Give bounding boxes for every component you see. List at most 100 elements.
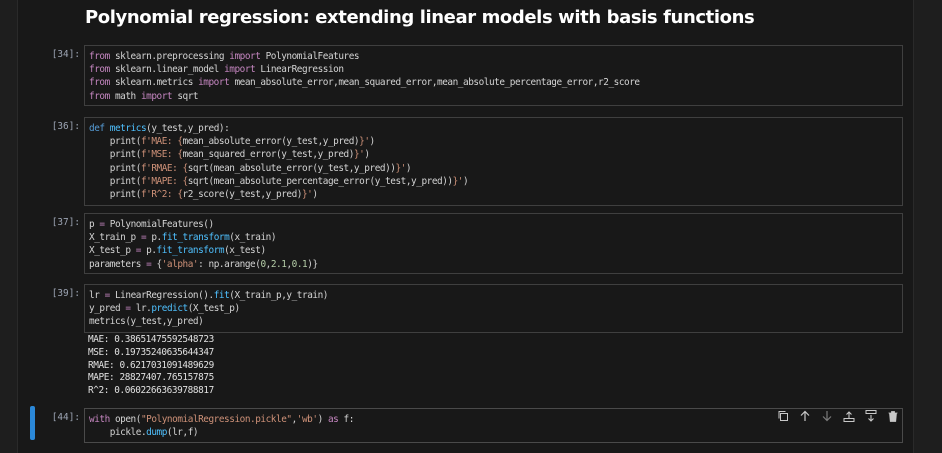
- cell-output: MAE: 0.38651475592548723 MSE: 0.197352406…: [88, 334, 214, 398]
- code-token: sqrt: [172, 90, 199, 102]
- code-token: p.: [140, 245, 157, 257]
- code-line: print(f'MSE: {mean_squared_error(y_test,…: [89, 148, 902, 161]
- code-cell[interactable]: [39]: lr = LinearRegression().fit(X_trai…: [30, 281, 903, 401]
- code-token: {: [151, 258, 163, 270]
- code-token: ): [369, 136, 376, 148]
- code-token: ): [405, 162, 412, 174]
- code-token: X_test_p: [89, 245, 136, 257]
- code-token: import: [224, 64, 256, 76]
- code-token: f:: [338, 414, 355, 425]
- output-line: R^2: 0.06022663639788817: [88, 385, 214, 397]
- code-token: 0.1: [291, 258, 308, 270]
- code-token: r2_score(y_test,y_pred): [182, 188, 303, 200]
- code-token: open(: [109, 414, 141, 425]
- code-line: from sklearn.linear_model import LinearR…: [89, 63, 902, 76]
- code-token: : np.arange(: [198, 258, 261, 270]
- code-line: print(f'R^2: {r2_score(y_test,y_pred)}'): [89, 188, 902, 201]
- code-token: math: [109, 90, 141, 102]
- arrow-down-icon[interactable]: [820, 410, 833, 423]
- code-token: }': [353, 149, 365, 161]
- code-token: as: [327, 414, 339, 425]
- code-token: (x_test): [224, 245, 266, 257]
- code-token: (x_train): [229, 232, 277, 244]
- code-token: )}: [307, 258, 318, 270]
- code-cell[interactable]: [34]: from sklearn.preprocessing import …: [30, 42, 903, 106]
- code-token: f'MAE: {: [140, 136, 183, 148]
- code-line: print(f'RMAE: {sqrt(mean_absolute_error(…: [89, 162, 902, 175]
- code-token: f'R^2: {: [140, 188, 183, 200]
- execution-count: [37]:: [51, 217, 80, 228]
- code-line: p = PolynomialFeatures(): [89, 218, 902, 231]
- code-token: ): [463, 175, 469, 187]
- code-token: pickle.: [89, 427, 147, 439]
- output-line: MSE: 0.19735240635644347: [88, 346, 214, 358]
- code-editor[interactable]: p = PolynomialFeatures() X_train_p = p.fi…: [84, 213, 903, 274]
- code-token: (X_test_p): [187, 303, 240, 315]
- insert-below-icon[interactable]: [864, 410, 877, 423]
- code-token: sqrt(mean_absolute_percentage_error(y_te…: [187, 175, 453, 187]
- code-cell[interactable]: [36]: def metrics(y_test,y_pred): print(…: [30, 114, 903, 206]
- code-token: lr: [89, 290, 105, 301]
- code-token: 'alpha': [161, 258, 199, 270]
- code-line: from sklearn.metrics import mean_absolut…: [89, 76, 902, 89]
- code-token: f'MAPE: {: [140, 175, 188, 187]
- code-token: fit_transform: [156, 245, 225, 257]
- code-token: PolynomialFeatures(): [104, 219, 214, 230]
- cell-toolbar: [776, 408, 899, 424]
- code-token: mean_absolute_error(y_test,y_pred): [182, 136, 360, 148]
- code-editor[interactable]: def metrics(y_test,y_pred): print(f'MAE:…: [84, 117, 903, 206]
- code-token: from: [89, 64, 110, 76]
- code-token: predict: [151, 303, 188, 315]
- code-token: from: [89, 51, 110, 62]
- code-token: parameters: [89, 258, 147, 270]
- code-cell[interactable]: [44]: with open("PolynomialRegression.pi…: [30, 405, 903, 443]
- code-token: (lr,f): [166, 427, 199, 439]
- code-token: }': [452, 175, 464, 187]
- code-token: ): [364, 149, 370, 161]
- code-token: print(: [89, 188, 142, 200]
- code-token: fit: [213, 290, 230, 301]
- code-line: X_train_p = p.fit_transform(x_train): [89, 231, 902, 244]
- code-editor[interactable]: from sklearn.preprocessing import Polyno…: [84, 45, 903, 106]
- code-token: import: [198, 77, 230, 89]
- code-token: metrics: [109, 123, 147, 134]
- code-token: print(: [89, 149, 142, 161]
- code-cell[interactable]: [37]: p = PolynomialFeatures() X_train_p …: [30, 210, 903, 274]
- code-line: print(f'MAE: {mean_absolute_error(y_test…: [89, 135, 902, 148]
- code-token: def: [89, 123, 105, 134]
- copy-icon[interactable]: [776, 410, 789, 423]
- code-token: metrics(y_test,y_pred): [89, 316, 204, 328]
- code-token: sqrt(mean_absolute_error(y_test,y_pred)): [187, 162, 396, 174]
- code-token: 2.1: [270, 258, 287, 270]
- code-token: dump: [146, 427, 167, 439]
- code-token: LinearRegression().: [109, 290, 214, 301]
- code-line: pickle.dump(lr,f): [89, 426, 902, 439]
- code-line: from sklearn.preprocessing import Polyno…: [89, 50, 902, 63]
- code-line: parameters = {'alpha': np.arange(0,2.1,0…: [89, 258, 902, 271]
- trash-icon[interactable]: [886, 410, 899, 423]
- code-token: LinearRegression: [255, 64, 344, 76]
- markdown-heading: Polynomial regression: extending linear …: [85, 7, 755, 28]
- code-token: ): [317, 414, 328, 425]
- code-token: ): [312, 188, 318, 200]
- arrow-up-icon[interactable]: [798, 410, 811, 423]
- code-line: metrics(y_test,y_pred): [89, 315, 902, 328]
- insert-above-icon[interactable]: [842, 410, 855, 423]
- code-token: sklearn.linear_model: [109, 64, 225, 76]
- execution-count: [44]:: [51, 412, 80, 423]
- execution-count: [36]:: [51, 121, 80, 132]
- code-line: from math import sqrt: [89, 90, 902, 103]
- code-token: f'MSE: {: [140, 149, 183, 161]
- code-token: sklearn.preprocessing: [109, 51, 230, 62]
- code-token: import: [229, 51, 261, 62]
- code-token: }': [301, 188, 313, 200]
- code-token: sklearn.metrics: [109, 77, 199, 89]
- output-line: RMAE: 0.6217031091489629: [88, 359, 214, 371]
- output-line: MAPE: 28827407.765157875: [88, 372, 214, 384]
- code-token: X_train_p: [89, 232, 141, 244]
- code-token: 'wb': [296, 414, 318, 425]
- code-token: p: [89, 219, 100, 230]
- code-token: f'RMAE: {: [140, 162, 188, 174]
- code-line: print(f'MAPE: {sqrt(mean_absolute_percen…: [89, 175, 902, 188]
- code-editor[interactable]: lr = LinearRegression().fit(X_train_p,y_…: [84, 284, 903, 333]
